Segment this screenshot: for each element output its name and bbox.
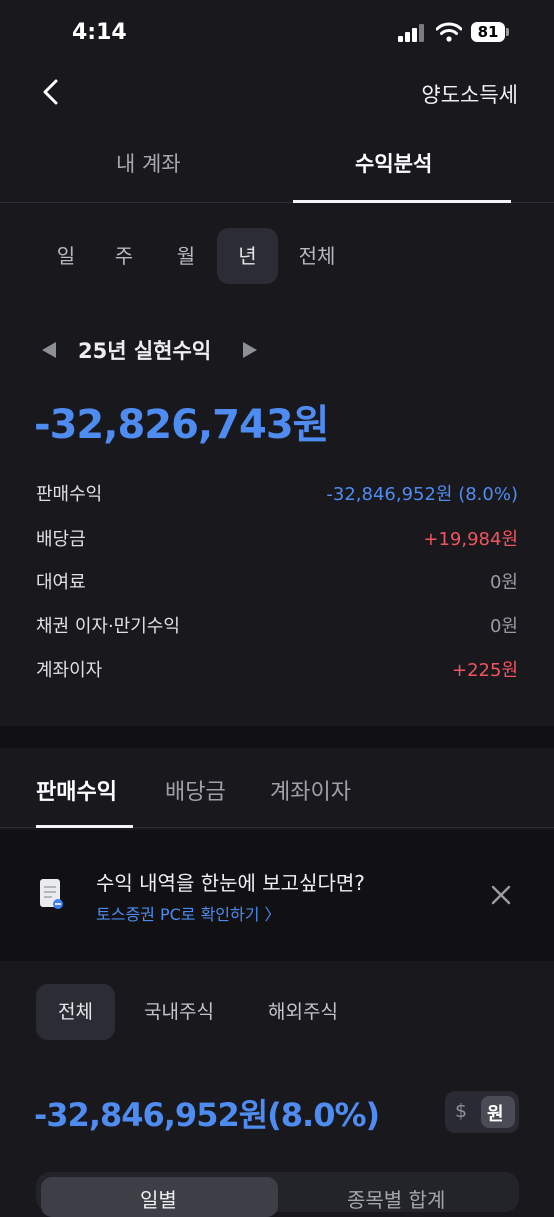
total-realized-profit: -32,826,743원 [34, 402, 329, 448]
cellular-signal-icon [398, 24, 426, 42]
subtab-dividend[interactable]: 배당금 [165, 774, 226, 806]
back-chevron-icon[interactable] [38, 78, 66, 106]
status-time: 4:14 [72, 20, 127, 45]
breakdown-value: 0원 [489, 572, 518, 593]
close-icon[interactable] [490, 884, 512, 906]
period-day[interactable]: 일 [40, 228, 92, 284]
filter-overseas[interactable]: 해외주식 [252, 984, 354, 1040]
filter-domestic[interactable]: 국내주식 [128, 984, 230, 1040]
battery-tip [506, 28, 509, 36]
filter-all[interactable]: 전체 [36, 984, 115, 1040]
wifi-icon [436, 22, 462, 42]
breakdown-value: -32,846,952원 (8.0%) [326, 484, 518, 505]
breakdown-label: 채권 이자·만기수익 [36, 616, 180, 637]
currency-dollar-option[interactable]: $ [455, 1100, 467, 1122]
banner-link[interactable]: 토스증권 PC로 확인하기 〉 [96, 901, 281, 925]
breakdown-label: 계좌이자 [36, 660, 103, 681]
active-subtab-indicator [36, 825, 133, 828]
currency-won-option[interactable]: 원 [487, 1100, 504, 1126]
period-week[interactable]: 주 [98, 228, 150, 284]
period-all[interactable]: 전체 [287, 228, 347, 284]
tab-my-account[interactable]: 내 계좌 [116, 148, 181, 178]
document-icon [40, 879, 63, 909]
segment-by-stock[interactable]: 종목별 합계 [347, 1184, 445, 1213]
breakdown-value: 0원 [489, 616, 518, 637]
year-label: 25년 실현수익 [78, 339, 212, 363]
segment-daily[interactable]: 일별 [140, 1184, 177, 1213]
breakdown-value: +225원 [452, 660, 518, 681]
breakdown-label: 배당금 [36, 529, 86, 550]
section-divider [0, 726, 554, 748]
banner-title: 수익 내역을 한눈에 보고싶다면? [96, 871, 365, 895]
period-month[interactable]: 월 [159, 228, 213, 284]
period-year[interactable]: 년 [217, 228, 278, 284]
prev-year-arrow-icon[interactable] [42, 342, 56, 358]
breakdown-label: 판매수익 [36, 484, 103, 505]
next-year-arrow-icon[interactable] [243, 342, 257, 358]
battery-indicator: 81 [471, 22, 505, 42]
tab-profit-analysis[interactable]: 수익분석 [355, 148, 432, 178]
active-tab-indicator [293, 200, 511, 203]
header-title-button[interactable]: 양도소득세 [421, 79, 518, 109]
subtab-account-interest[interactable]: 계좌이자 [270, 774, 351, 806]
breakdown-label: 대여료 [36, 572, 86, 593]
sales-profit-total: -32,846,952원(8.0%) [34, 1096, 380, 1134]
breakdown-value: +19,984원 [423, 529, 518, 550]
subtab-sales-profit[interactable]: 판매수익 [36, 774, 117, 806]
